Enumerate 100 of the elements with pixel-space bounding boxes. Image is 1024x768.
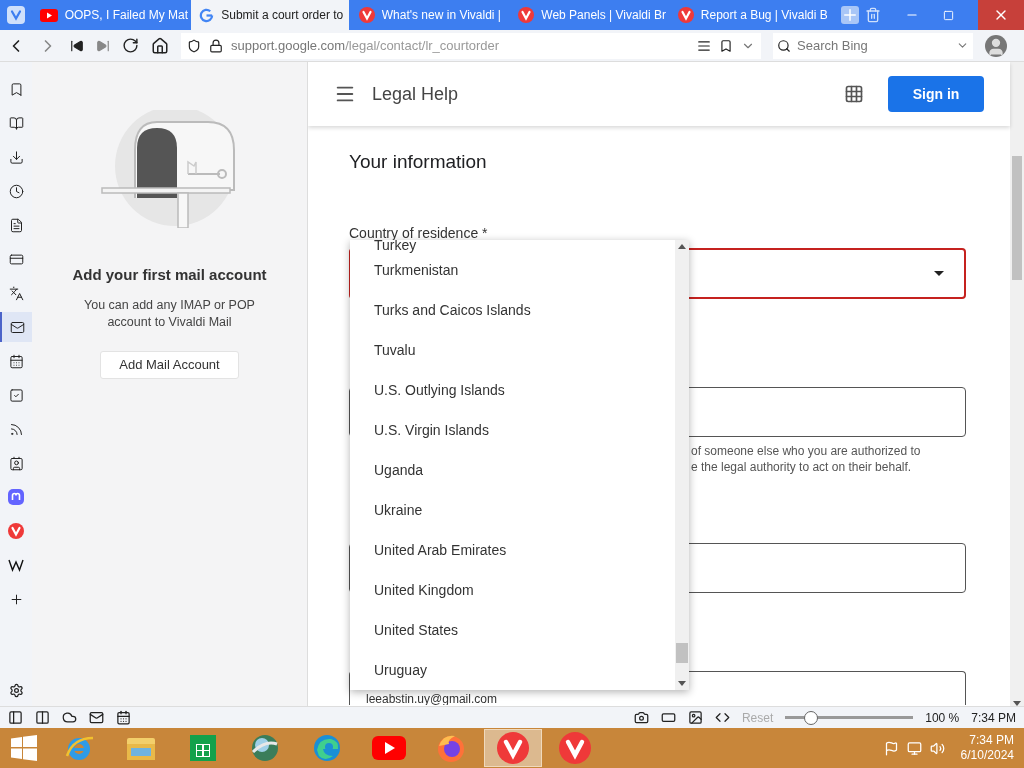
- vivaldi-icon: [677, 7, 694, 23]
- edge-icon: [311, 732, 343, 764]
- speaker-icon[interactable]: [929, 740, 945, 756]
- rewind-icon[interactable]: [70, 38, 84, 53]
- country-option[interactable]: Ukraine: [350, 490, 675, 530]
- settings-icon[interactable]: [8, 683, 24, 698]
- scroll-down-arrow-icon[interactable]: [678, 681, 686, 686]
- country-option[interactable]: U.S. Outlying Islands: [350, 370, 675, 410]
- fast-forward-icon[interactable]: [96, 38, 110, 53]
- restore-icon[interactable]: [943, 9, 954, 21]
- feed-icon: [8, 421, 24, 437]
- vivaldi-icon: [497, 732, 529, 764]
- contacts-icon: [8, 455, 24, 471]
- tab-title: What's new in Vivaldi |: [381, 7, 501, 24]
- play-icon: [39, 8, 58, 22]
- vivaldi-icon: [8, 523, 24, 539]
- calendar-icon: [8, 353, 24, 369]
- add-icon: [8, 591, 24, 607]
- search-input[interactable]: Search Bing: [797, 35, 950, 56]
- bookmark-icon[interactable]: [719, 38, 733, 53]
- vivaldi-icon: [559, 732, 591, 764]
- home-icon[interactable]: [151, 36, 169, 55]
- history-icon: [8, 183, 24, 199]
- image-icon[interactable]: [687, 710, 703, 725]
- browser-tab[interactable]: Submit a court order to: [191, 0, 349, 30]
- zoom-slider[interactable]: [785, 709, 914, 726]
- tab-title: Web Panels | Vivaldi Br: [541, 7, 666, 24]
- add-mail-account-button[interactable]: Add Mail Account: [100, 350, 239, 379]
- shield-icon: [187, 38, 201, 53]
- country-option[interactable]: United States: [350, 610, 675, 650]
- tasks-icon: [8, 387, 24, 403]
- taskbar-app[interactable]: [484, 729, 542, 767]
- site-title: Legal Help: [372, 82, 459, 106]
- vivaldi-icon: [358, 7, 375, 23]
- camera-icon[interactable]: [633, 710, 649, 725]
- scrollbar-thumb[interactable]: [676, 643, 688, 663]
- scroll-up-arrow-icon[interactable]: [678, 244, 686, 249]
- helper-text: of someone else who you are authorized to: [691, 442, 922, 459]
- country-option[interactable]: Uruguay: [350, 650, 675, 690]
- clock-time: 7:34 PM: [969, 733, 1014, 748]
- country-option[interactable]: Turks and Caicos Islands: [350, 290, 675, 330]
- g-logo-icon: [199, 7, 215, 23]
- window-icon[interactable]: [660, 710, 676, 725]
- code-icon[interactable]: [714, 710, 730, 725]
- flag-icon[interactable]: [883, 740, 899, 756]
- slider-thumb[interactable]: [803, 710, 818, 725]
- apps-grid-icon[interactable]: [844, 84, 864, 104]
- tile-icon[interactable]: [35, 710, 50, 725]
- reader-icon: [8, 115, 24, 131]
- helper-text: e the legal authority to act on their behalf.: [691, 458, 913, 475]
- mail-icon: [9, 319, 25, 335]
- email-input[interactable]: leeabstin.uy@gmail.com: [366, 692, 616, 705]
- new-tab-icon[interactable]: [841, 6, 860, 24]
- window-icon: [8, 251, 24, 267]
- panel-toggle-icon[interactable]: [8, 710, 23, 725]
- cloud-icon[interactable]: [62, 710, 77, 725]
- lock-icon: [209, 38, 223, 53]
- search-field[interactable]: Search Bing: [773, 32, 973, 59]
- search-icon: [777, 38, 791, 53]
- tab-title: OOPS, I Failed My Mat: [64, 7, 189, 24]
- vivaldi-icon: [518, 7, 535, 23]
- country-option[interactable]: United Kingdom: [350, 570, 675, 610]
- country-option[interactable]: Tuvalu: [350, 330, 675, 370]
- scroll-down-arrow-icon[interactable]: [1013, 701, 1021, 706]
- globe-icon: [249, 732, 281, 764]
- sign-in-button[interactable]: Sign in: [888, 76, 984, 112]
- panel-button[interactable]: [0, 312, 32, 342]
- vivaldi-menu-icon[interactable]: [6, 6, 25, 24]
- mail-heading: Add your first mail account: [72, 265, 267, 285]
- start-icon[interactable]: [11, 735, 37, 761]
- download-icon: [8, 149, 24, 165]
- section-title: Your information: [349, 150, 488, 174]
- clock-date: 6/10/2024: [960, 748, 1014, 763]
- mail-icon[interactable]: [89, 710, 104, 725]
- url-text: support.google.com/legal/contact/lr_courtorder: [231, 36, 500, 55]
- bookmark-icon: [8, 81, 24, 97]
- mastodon-icon: [8, 489, 24, 505]
- reader-view-icon[interactable]: [697, 38, 711, 53]
- status-time: 7:34 PM: [971, 709, 1016, 727]
- notes-icon: [8, 217, 24, 233]
- network-icon[interactable]: [906, 740, 922, 756]
- field-label: Country of residence *: [349, 223, 489, 241]
- store-bag-icon: [188, 733, 218, 763]
- dropdown-arrow-icon: [934, 270, 944, 276]
- country-option[interactable]: United Arab Emirates: [350, 530, 675, 570]
- scrollbar-thumb[interactable]: [1012, 156, 1022, 280]
- tab-title: Submit a court order to: [221, 7, 344, 24]
- wikipedia-icon: [8, 558, 24, 572]
- translate-icon: [8, 285, 24, 301]
- play-icon: [372, 736, 406, 760]
- country-option[interactable]: U.S. Virgin Islands: [350, 410, 675, 450]
- tab-title: Report a Bug | Vivaldi B: [700, 7, 828, 24]
- mail-description: You can add any IMAP or POP account to Vivaldi Mail: [83, 296, 256, 331]
- profile-avatar[interactable]: [985, 34, 1007, 57]
- trash-icon[interactable]: [865, 7, 881, 23]
- calendar-icon[interactable]: [116, 710, 131, 725]
- address-field[interactable]: support.google.com/legal/contact/lr_courtorder: [181, 32, 761, 59]
- reload-icon[interactable]: [122, 37, 139, 54]
- country-option[interactable]: Uganda: [350, 450, 675, 490]
- zoom-level: 100 %: [925, 709, 960, 727]
